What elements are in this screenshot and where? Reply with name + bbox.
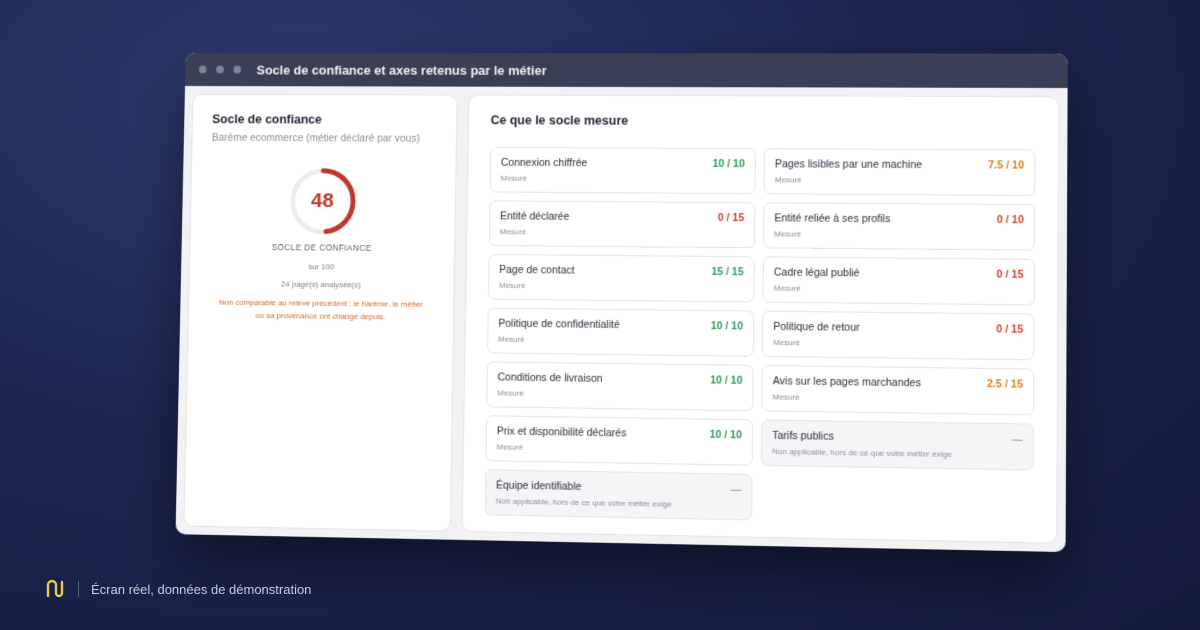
- measure-score: 0 / 15: [717, 211, 745, 225]
- measure-card[interactable]: Prix et disponibilité déclarés Mesuré 10 /…: [485, 415, 754, 466]
- trust-score-subtitle: Barème ecommerce (métier déclaré par vou…: [211, 131, 420, 145]
- measure-card[interactable]: Cadre légal publié Mesuré 0 / 15: [762, 256, 1035, 306]
- window-maximize-dot[interactable]: [233, 65, 242, 74]
- measure-card[interactable]: Équipe identifiable Non applicable, hors …: [484, 469, 753, 521]
- score-max: sur 100: [308, 262, 335, 272]
- brand-logo-icon: [46, 579, 64, 598]
- measure-score: 0 / 10: [996, 213, 1024, 227]
- measure-status: Mesuré: [773, 283, 801, 293]
- measure-label: Politique de confidentialité: [498, 317, 620, 332]
- trust-score-title: Socle de confiance: [212, 112, 322, 127]
- measure-score: —: [1011, 433, 1023, 446]
- score-label: SOCLE DE CONFIANCE: [271, 242, 372, 253]
- measure-status: Mesuré: [774, 229, 802, 239]
- measure-card[interactable]: Politique de confidentialité Mesuré 10 / 1…: [487, 307, 755, 357]
- measures-panel: Ce que le socle mesure Connexion chiffré…: [461, 94, 1060, 544]
- measure-label: Tarifs publics: [772, 429, 834, 443]
- measure-label: Équipe identifiable: [495, 479, 582, 494]
- measure-card[interactable]: Avis sur les pages marchandes Mesuré 2.5 /…: [761, 364, 1035, 416]
- window-minimize-dot[interactable]: [216, 65, 224, 74]
- measure-card[interactable]: Pages lisibles par une machine Mesuré 7.5 …: [763, 148, 1036, 196]
- measure-label: Page de contact: [499, 263, 575, 277]
- measure-status: Mesuré: [496, 442, 524, 452]
- window-title: Socle de confiance et axes retenus par l…: [256, 62, 547, 78]
- measure-label: Pages lisibles par une machine: [774, 158, 923, 172]
- measure-card[interactable]: Connexion chiffrée Mesuré 10 / 10: [489, 146, 756, 195]
- measure-status: Mesuré: [772, 392, 800, 402]
- score-value: 48: [310, 189, 334, 213]
- measure-card[interactable]: Politique de retour Mesuré 0 / 15: [761, 310, 1035, 361]
- score-gauge: 48: [287, 166, 358, 237]
- measure-score: —: [730, 483, 742, 496]
- measure-label: Conditions de livraison: [497, 371, 603, 385]
- measures-grid: Connexion chiffrée Mesuré 10 / 10 Pages lis…: [484, 146, 1036, 526]
- measure-score: 0 / 15: [996, 268, 1024, 281]
- measure-score: 0 / 15: [996, 323, 1024, 336]
- measure-score: 10 / 10: [712, 157, 745, 171]
- measure-label: Entité déclarée: [499, 210, 570, 223]
- measures-title: Ce que le socle mesure: [490, 113, 629, 128]
- measure-card[interactable]: Page de contact Mesuré 15 / 15: [487, 253, 755, 303]
- measure-score: 15 / 15: [711, 265, 744, 279]
- measure-status: Non applicable, hors de ce que votre mét…: [495, 496, 672, 509]
- comparison-warning: Non comparable au relevé précédent : le …: [218, 297, 423, 322]
- measure-status: Mesuré: [497, 388, 524, 398]
- measure-status: Mesuré: [498, 334, 525, 344]
- window-close-dot[interactable]: [198, 65, 207, 74]
- app-window: Socle de confiance et axes retenus par l…: [175, 52, 1068, 553]
- footer-caption: Écran réel, données de démonstration: [91, 581, 312, 597]
- measure-score: 10 / 10: [710, 320, 744, 333]
- trust-score-panel: Socle de confiance Barème ecommerce (mét…: [183, 93, 458, 532]
- measure-status: Mesuré: [500, 173, 528, 183]
- measure-label: Prix et disponibilité déclarés: [496, 425, 627, 440]
- measure-label: Politique de retour: [773, 320, 860, 334]
- footer: Écran réel, données de démonstration: [44, 578, 311, 600]
- measure-status: Mesuré: [773, 337, 801, 348]
- measure-status: Mesuré: [499, 227, 527, 237]
- measure-score: 7.5 / 10: [988, 159, 1025, 172]
- measure-card[interactable]: Conditions de livraison Mesuré 10 / 10: [486, 361, 754, 412]
- measure-status: Mesuré: [774, 175, 802, 185]
- measure-label: Avis sur les pages marchandes: [772, 375, 922, 390]
- title-bar: Socle de confiance et axes retenus par l…: [185, 52, 1068, 89]
- measure-label: Cadre légal publié: [773, 266, 860, 280]
- measure-card[interactable]: Tarifs publics Non applicable, hors de ce…: [760, 419, 1035, 471]
- measure-score: 10 / 10: [709, 428, 742, 442]
- measure-status: Mesuré: [498, 280, 526, 291]
- measure-label: Entité reliée à ses profils: [774, 212, 891, 226]
- measure-score: 2.5 / 15: [986, 378, 1023, 391]
- footer-divider: [78, 581, 79, 597]
- measure-label: Connexion chiffrée: [500, 156, 588, 170]
- measure-score: 10 / 10: [710, 374, 743, 387]
- measure-card[interactable]: Entité reliée à ses profils Mesuré 0 / 10: [762, 202, 1036, 251]
- pages-analyzed: 24 page(s) analysée(s): [280, 279, 361, 290]
- measure-status: Non applicable, hors de ce que votre mét…: [772, 446, 952, 459]
- measure-card[interactable]: Entité déclarée Mesuré 0 / 15: [488, 200, 756, 249]
